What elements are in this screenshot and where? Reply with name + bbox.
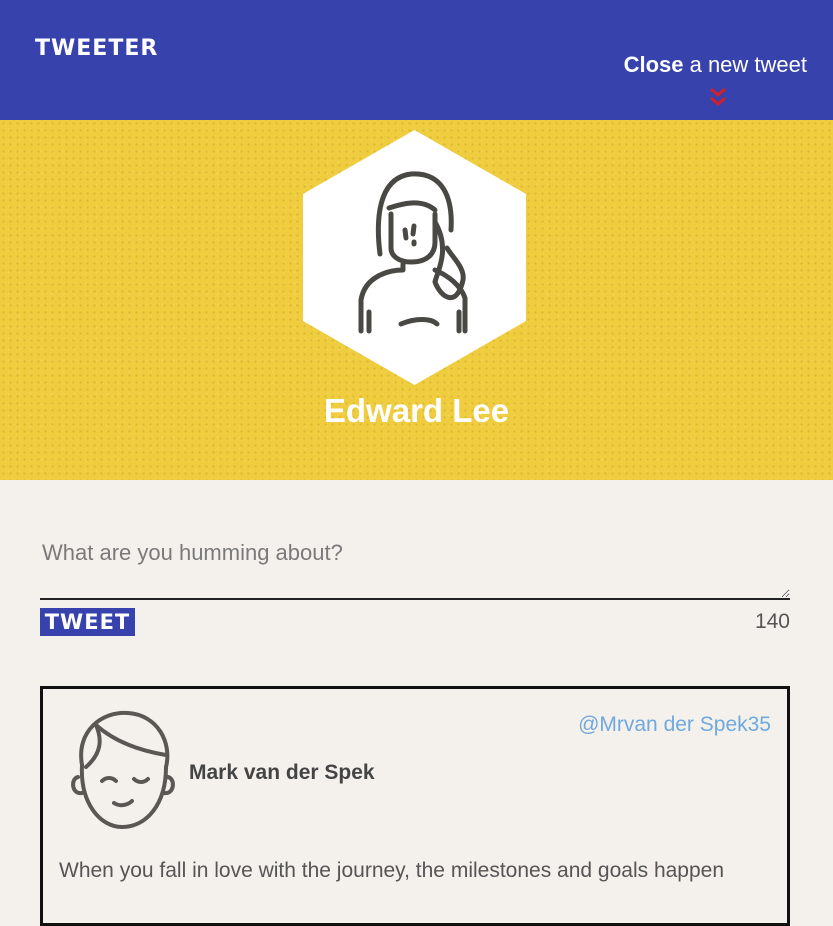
tweet-author-name[interactable]: Mark van der Spek bbox=[189, 761, 375, 785]
man-avatar-icon bbox=[71, 710, 175, 829]
app-logo[interactable]: TWEETER bbox=[35, 36, 158, 61]
tweet-card: Mark van der Spek @Mrvan der Spek35 When… bbox=[40, 686, 790, 926]
tweet-text: When you fall in love with the journey, … bbox=[59, 859, 725, 882]
tweet-composer: TWEET 140 bbox=[40, 540, 790, 636]
compose-toggle[interactable]: Close a new tweet bbox=[624, 52, 807, 78]
tweet-button[interactable]: TWEET bbox=[40, 608, 135, 636]
profile-banner: Edward Lee bbox=[0, 120, 833, 480]
compose-toggle-text: a new tweet bbox=[683, 52, 807, 77]
tweet-author-handle[interactable]: @Mrvan der Spek35 bbox=[578, 713, 771, 737]
compose-toggle-action: Close bbox=[623, 52, 684, 77]
woman-avatar-icon bbox=[303, 130, 526, 385]
profile-name: Edward Lee bbox=[323, 392, 510, 429]
tweet-input[interactable] bbox=[40, 540, 790, 600]
navbar: TWEETER Close a new tweet bbox=[0, 0, 833, 120]
character-counter: 140 bbox=[754, 610, 790, 633]
double-chevron-down-icon[interactable] bbox=[708, 86, 728, 108]
